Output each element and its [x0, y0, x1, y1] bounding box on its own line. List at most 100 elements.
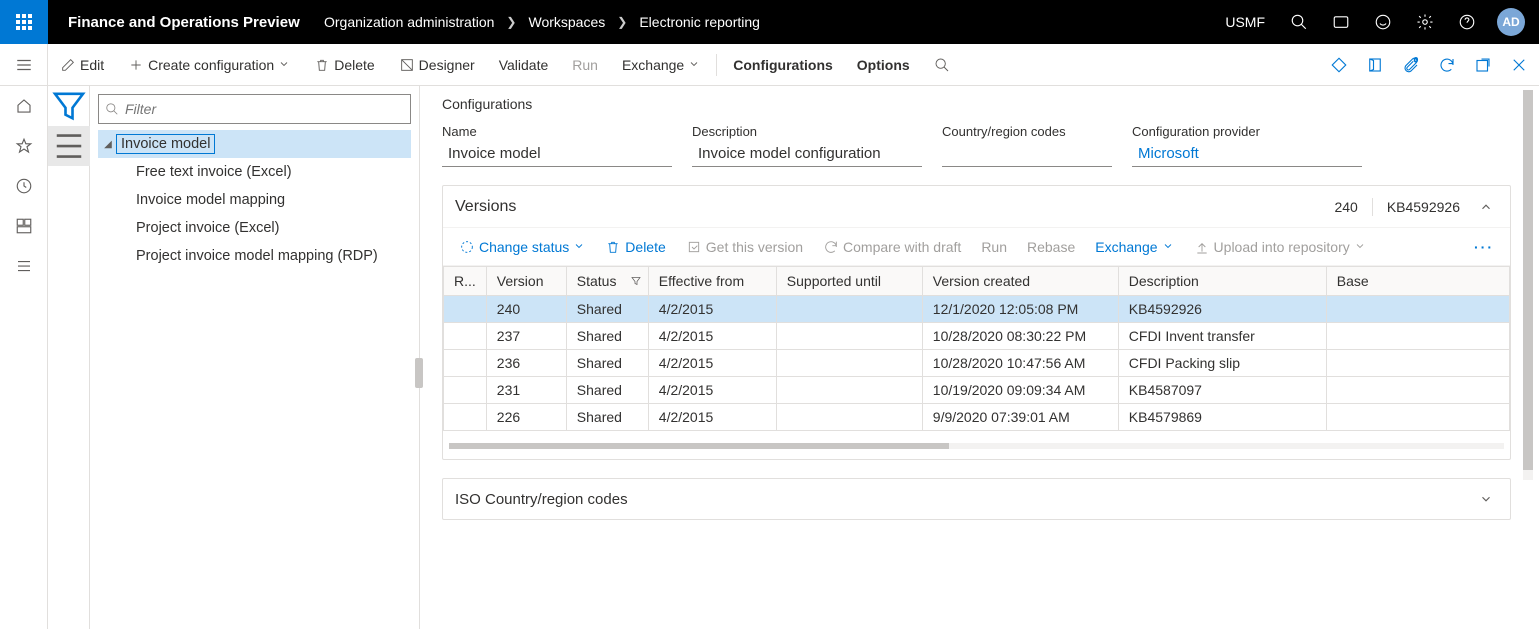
configurations-label: Configurations: [733, 57, 833, 73]
feedback-icon[interactable]: [1363, 0, 1403, 44]
delete-label: Delete: [334, 57, 374, 73]
close-button[interactable]: [1501, 44, 1537, 86]
country-field-value[interactable]: [942, 143, 1112, 167]
table-row[interactable]: 240Shared4/2/201512/1/2020 12:05:08 PMKB…: [444, 296, 1510, 323]
tree-item[interactable]: Invoice model mapping: [98, 186, 411, 214]
col-status[interactable]: Status: [566, 267, 648, 296]
col-supported[interactable]: Supported until: [776, 267, 922, 296]
chevron-down-icon: [573, 239, 585, 255]
search-toolbar-button[interactable]: [922, 44, 962, 86]
rebase-label: Rebase: [1027, 239, 1075, 255]
breadcrumb-item[interactable]: Workspaces: [522, 14, 611, 30]
tree-item-label: Invoice model mapping: [136, 192, 285, 208]
options-menu[interactable]: Options: [845, 44, 922, 86]
name-field-value[interactable]: Invoice model: [442, 143, 672, 167]
favorites-icon[interactable]: [0, 126, 48, 166]
validate-button[interactable]: Validate: [487, 44, 561, 86]
app-launcher[interactable]: [0, 0, 48, 44]
settings-icon[interactable]: [1405, 0, 1445, 44]
version-exchange-label: Exchange: [1095, 239, 1157, 255]
desc-field-value[interactable]: Invoice model configuration: [692, 143, 922, 167]
col-effective[interactable]: Effective from: [648, 267, 776, 296]
table-cell: 10/28/2020 10:47:56 AM: [922, 350, 1118, 377]
attachments-button[interactable]: 0: [1393, 44, 1429, 86]
office-icon[interactable]: [1357, 44, 1393, 86]
col-version[interactable]: Version: [486, 267, 566, 296]
version-delete-button[interactable]: Delete: [595, 239, 675, 255]
table-cell: [444, 404, 487, 431]
col-desc[interactable]: Description: [1118, 267, 1326, 296]
table-cell: Shared: [566, 296, 648, 323]
workspaces-icon[interactable]: [0, 206, 48, 246]
validate-label: Validate: [499, 57, 549, 73]
col-r[interactable]: R...: [444, 267, 487, 296]
chevron-down-icon: [278, 57, 290, 73]
modules-icon[interactable]: [0, 246, 48, 286]
table-row[interactable]: 226Shared4/2/20159/9/2020 07:39:01 AMKB4…: [444, 404, 1510, 431]
table-cell: Shared: [566, 323, 648, 350]
refresh-button[interactable]: [1429, 44, 1465, 86]
filter-panel-toggle[interactable]: [48, 126, 90, 166]
table-cell: 10/19/2020 09:09:34 AM: [922, 377, 1118, 404]
table-row[interactable]: 231Shared4/2/201510/19/2020 09:09:34 AMK…: [444, 377, 1510, 404]
designer-button[interactable]: Designer: [387, 44, 487, 86]
scrollbar-thumb[interactable]: [449, 443, 949, 449]
version-exchange-button[interactable]: Exchange: [1085, 239, 1183, 255]
run-label: Run: [572, 57, 598, 73]
filter-funnel-icon[interactable]: [48, 86, 90, 126]
breadcrumb-item[interactable]: Electronic reporting: [633, 14, 766, 30]
edit-button[interactable]: Edit: [48, 44, 116, 86]
tree-item-label: Project invoice (Excel): [136, 220, 279, 236]
table-cell: KB4587097: [1118, 377, 1326, 404]
upload-button: Upload into repository: [1184, 239, 1376, 255]
iso-section[interactable]: ISO Country/region codes: [442, 478, 1511, 520]
col-created[interactable]: Version created: [922, 267, 1118, 296]
home-icon[interactable]: [0, 86, 48, 126]
tree-root[interactable]: ◢ Invoice model: [98, 130, 411, 158]
tree-item[interactable]: Project invoice model mapping (RDP): [98, 242, 411, 270]
help-icon[interactable]: [1447, 0, 1487, 44]
table-row[interactable]: 237Shared4/2/201510/28/2020 08:30:22 PMC…: [444, 323, 1510, 350]
menu-toggle[interactable]: [0, 44, 48, 86]
provider-field-value[interactable]: Microsoft: [1132, 143, 1362, 167]
versions-table: R... Version Status Effective from Suppo…: [443, 266, 1510, 431]
exchange-button[interactable]: Exchange: [610, 44, 712, 86]
table-row[interactable]: 236Shared4/2/201510/28/2020 10:47:56 AMC…: [444, 350, 1510, 377]
recent-icon[interactable]: [0, 166, 48, 206]
more-actions-button[interactable]: ···: [1464, 239, 1504, 255]
nav-rail: [0, 86, 48, 629]
change-status-button[interactable]: Change status: [449, 239, 595, 255]
tree-item[interactable]: Project invoice (Excel): [98, 214, 411, 242]
tree-item[interactable]: Free text invoice (Excel): [98, 158, 411, 186]
exchange-label: Exchange: [622, 57, 684, 73]
filter-input[interactable]: [125, 101, 404, 117]
search-icon[interactable]: [1279, 0, 1319, 44]
messages-icon[interactable]: [1321, 0, 1361, 44]
col-status-label: Status: [577, 273, 617, 289]
table-cell: [776, 323, 922, 350]
diamond-icon[interactable]: [1321, 44, 1357, 86]
breadcrumb-item[interactable]: Organization administration: [318, 14, 500, 30]
create-config-button[interactable]: Create configuration: [116, 44, 302, 86]
expand-button[interactable]: [1474, 487, 1498, 511]
iso-title: ISO Country/region codes: [455, 491, 1474, 508]
company-selector[interactable]: USMF: [1213, 14, 1277, 30]
filter-icon[interactable]: [630, 274, 642, 290]
version-delete-label: Delete: [625, 239, 665, 255]
page-scrollbar[interactable]: [1523, 90, 1533, 480]
avatar[interactable]: AD: [1497, 8, 1525, 36]
tree-collapse-icon[interactable]: ◢: [100, 139, 116, 150]
popout-button[interactable]: [1465, 44, 1501, 86]
table-scrollbar[interactable]: [449, 443, 1504, 449]
col-base[interactable]: Base: [1326, 267, 1509, 296]
filter-input-wrap[interactable]: [98, 94, 411, 124]
collapse-button[interactable]: [1474, 195, 1498, 219]
tree-root-label: Invoice model: [116, 134, 215, 154]
table-cell: [1326, 404, 1509, 431]
get-version-label: Get this version: [706, 239, 803, 255]
table-cell: 236: [486, 350, 566, 377]
page-scrollbar-thumb[interactable]: [1523, 90, 1533, 470]
delete-button[interactable]: Delete: [302, 44, 386, 86]
app-title: Finance and Operations Preview: [48, 14, 318, 31]
configurations-menu[interactable]: Configurations: [721, 44, 845, 86]
